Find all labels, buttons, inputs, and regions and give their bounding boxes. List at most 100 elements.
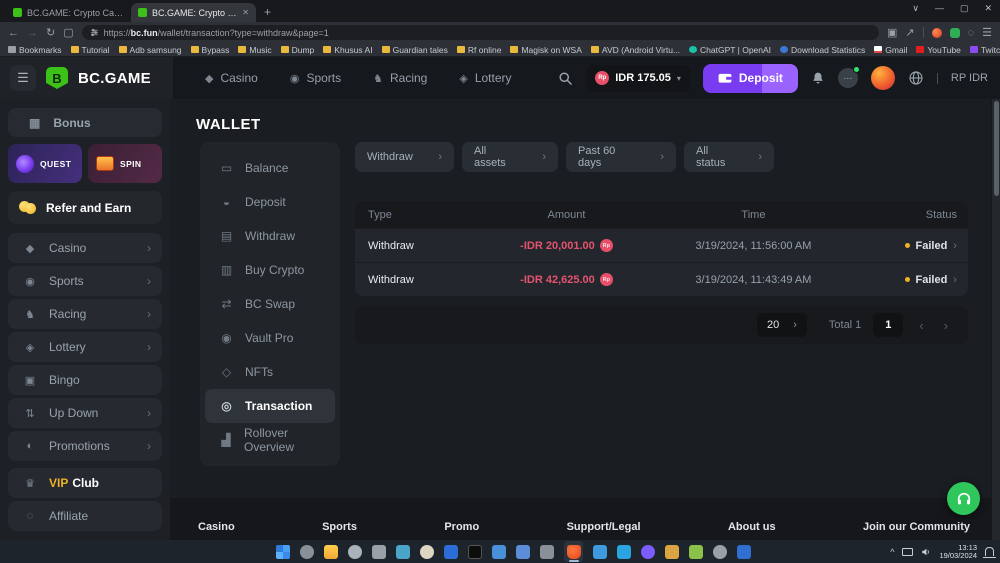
filter-type-dropdown[interactable]: Withdraw› <box>355 142 454 172</box>
bell-icon[interactable] <box>811 71 825 86</box>
bookmark-item[interactable]: Music <box>238 45 271 55</box>
nav-racing[interactable]: ♞Racing <box>373 71 427 85</box>
start-menu-icon[interactable] <box>276 545 290 559</box>
footer-link-about-us[interactable]: About us <box>728 521 776 533</box>
sidebar-item-bingo[interactable]: ▣Bingo <box>8 365 162 395</box>
browser-tab-2-active[interactable]: BC.GAME: Crypto Casino Games ✕ <box>131 3 256 22</box>
window-restore-down-icon[interactable]: ∨ <box>912 3 919 14</box>
bookmark-item[interactable]: Guardian tales <box>382 45 448 55</box>
filter-status-dropdown[interactable]: All status› <box>684 142 774 172</box>
sidebar-item-vip-club[interactable]: ♛VIPClub <box>8 468 162 498</box>
bookmark-item[interactable]: AVD (Android Virtu... <box>591 45 680 55</box>
bcgame-logo-icon[interactable]: B <box>46 67 68 89</box>
bookmark-item[interactable]: Twitch <box>970 45 1000 55</box>
chat-icon[interactable]: ⋯ <box>838 68 858 88</box>
browser-tab-1[interactable]: BC.GAME: Crypto Casino Games & C <box>6 3 131 22</box>
footer-link-support-legal[interactable]: Support/Legal <box>567 521 641 533</box>
torch-app-icon[interactable] <box>665 545 679 559</box>
game-controller-icon[interactable] <box>617 545 631 559</box>
back-icon[interactable]: ← <box>8 27 19 39</box>
wallet-nav-vault-pro[interactable]: ◉Vault Pro <box>205 321 335 355</box>
reload-icon[interactable]: ↻ <box>46 26 55 39</box>
balance-selector[interactable]: Rp IDR 175.05 ▾ <box>586 65 690 92</box>
powershell-icon[interactable] <box>444 545 458 559</box>
search-icon[interactable] <box>558 71 573 86</box>
filter-asset-dropdown[interactable]: All assets› <box>462 142 558 172</box>
bookmark-item[interactable]: Dump <box>281 45 315 55</box>
pip-icon[interactable]: ▣ <box>887 26 897 39</box>
bookmark-item[interactable]: Khusus AI <box>323 45 372 55</box>
spin-button[interactable]: SPIN <box>88 144 162 183</box>
extension-icon[interactable] <box>950 28 960 38</box>
file-explorer-icon[interactable] <box>324 545 338 559</box>
bookmark-item[interactable]: Magisk on WSA <box>510 45 581 55</box>
bookmark-item[interactable]: Bypass <box>191 45 230 55</box>
sidebar-item-affiliate[interactable]: ◌Affiliate <box>8 501 162 531</box>
brand-name[interactable]: BC.GAME <box>78 70 151 87</box>
prev-page-icon[interactable]: ‹ <box>915 318 927 333</box>
footer-link-sports[interactable]: Sports <box>322 521 357 533</box>
deposit-button[interactable]: Deposit <box>703 64 798 93</box>
wallet-nav-withdraw[interactable]: ▤Withdraw <box>205 219 335 253</box>
window-minimize-icon[interactable]: — <box>935 3 944 14</box>
fiat-display[interactable]: RP IDR <box>951 72 988 84</box>
bookmark-item[interactable]: Adb samsung <box>119 45 182 55</box>
sidebar-item-promotions[interactable]: ◐Promotions› <box>8 431 162 461</box>
sidebar-item-lottery[interactable]: ◈Lottery› <box>8 332 162 362</box>
notepad-plus-icon[interactable] <box>689 545 703 559</box>
nav-casino[interactable]: ◆Casino <box>205 71 258 85</box>
vertical-scrollbar[interactable] <box>991 99 1000 540</box>
wallet-nav-balance[interactable]: ▭Balance <box>205 151 335 185</box>
steering-wheel-icon[interactable] <box>713 545 727 559</box>
bookmark-item[interactable]: Rf online <box>457 45 502 55</box>
sidebar-item-casino[interactable]: ◆Casino› <box>8 233 162 263</box>
user-avatar[interactable] <box>871 66 895 90</box>
clock[interactable]: 13:1319/03/2024 <box>939 544 977 560</box>
footer-link-community[interactable]: Join our Community <box>863 521 970 533</box>
clipboard-app-icon[interactable] <box>372 545 386 559</box>
wallet-nav-deposit[interactable]: ◒Deposit <box>205 185 335 219</box>
footer-link-promo[interactable]: Promo <box>444 521 479 533</box>
app-icon[interactable] <box>492 545 506 559</box>
wallet-nav-transaction-active[interactable]: ◎Transaction <box>205 389 335 423</box>
nav-sports[interactable]: ◉Sports <box>290 71 341 85</box>
table-row[interactable]: Withdraw -IDR 20,001.00Rp 3/19/2024, 11:… <box>355 228 968 262</box>
bookmark-item[interactable]: ChatGPT | OpenAI <box>689 45 771 55</box>
photos-app-icon[interactable] <box>396 545 410 559</box>
wallet-nav-rollover-overview[interactable]: ▟Rollover Overview <box>205 423 335 457</box>
scrollbar-thumb[interactable] <box>994 101 999 196</box>
new-tab-button[interactable]: + <box>264 5 271 19</box>
video-editor-icon[interactable] <box>540 545 554 559</box>
share-icon[interactable]: ↗ <box>905 26 914 39</box>
wallet-nav-buy-crypto[interactable]: ▥Buy Crypto <box>205 253 335 287</box>
page-number-input[interactable]: 1 <box>873 313 903 337</box>
footer-link-casino[interactable]: Casino <box>198 521 235 533</box>
window-maximize-icon[interactable]: ▢ <box>960 3 969 14</box>
sidebar-item-racing[interactable]: ♞Racing› <box>8 299 162 329</box>
tray-expand-icon[interactable]: ^ <box>890 547 894 557</box>
live-support-button[interactable] <box>947 482 980 515</box>
terminal-icon[interactable] <box>468 545 482 559</box>
teams-icon[interactable] <box>516 545 530 559</box>
clock-app-icon[interactable] <box>420 545 434 559</box>
quest-button[interactable]: QUEST <box>8 144 82 183</box>
bookmark-item[interactable]: Download Statistics <box>780 45 865 55</box>
url-bar[interactable]: https://bc.fun/wallet/transaction?type=w… <box>82 25 879 40</box>
table-row[interactable]: Withdraw -IDR 42,625.00Rp 3/19/2024, 11:… <box>355 262 968 296</box>
notifications-icon[interactable]: ◌ <box>968 27 975 39</box>
browser-menu-icon[interactable]: ☰ <box>982 26 992 39</box>
notification-center-icon[interactable] <box>985 547 994 556</box>
globe-icon[interactable] <box>908 70 924 86</box>
bookmark-item[interactable]: YouTube <box>916 45 960 55</box>
bookmark-item[interactable]: Gmail <box>874 45 907 55</box>
tab-close-icon[interactable]: ✕ <box>242 8 249 17</box>
extension-icon[interactable] <box>932 28 942 38</box>
window-close-icon[interactable]: ✕ <box>984 3 992 14</box>
wallet-nav-bc-swap[interactable]: ⇄BC Swap <box>205 287 335 321</box>
network-monitor-icon[interactable] <box>902 548 913 556</box>
sidebar-item-sports[interactable]: ◉Sports› <box>8 266 162 296</box>
brave-browser-active[interactable] <box>564 541 583 562</box>
task-manager-icon[interactable] <box>593 545 607 559</box>
filter-date-dropdown[interactable]: Past 60 days› <box>566 142 676 172</box>
bookmark-item[interactable]: Tutorial <box>71 45 110 55</box>
